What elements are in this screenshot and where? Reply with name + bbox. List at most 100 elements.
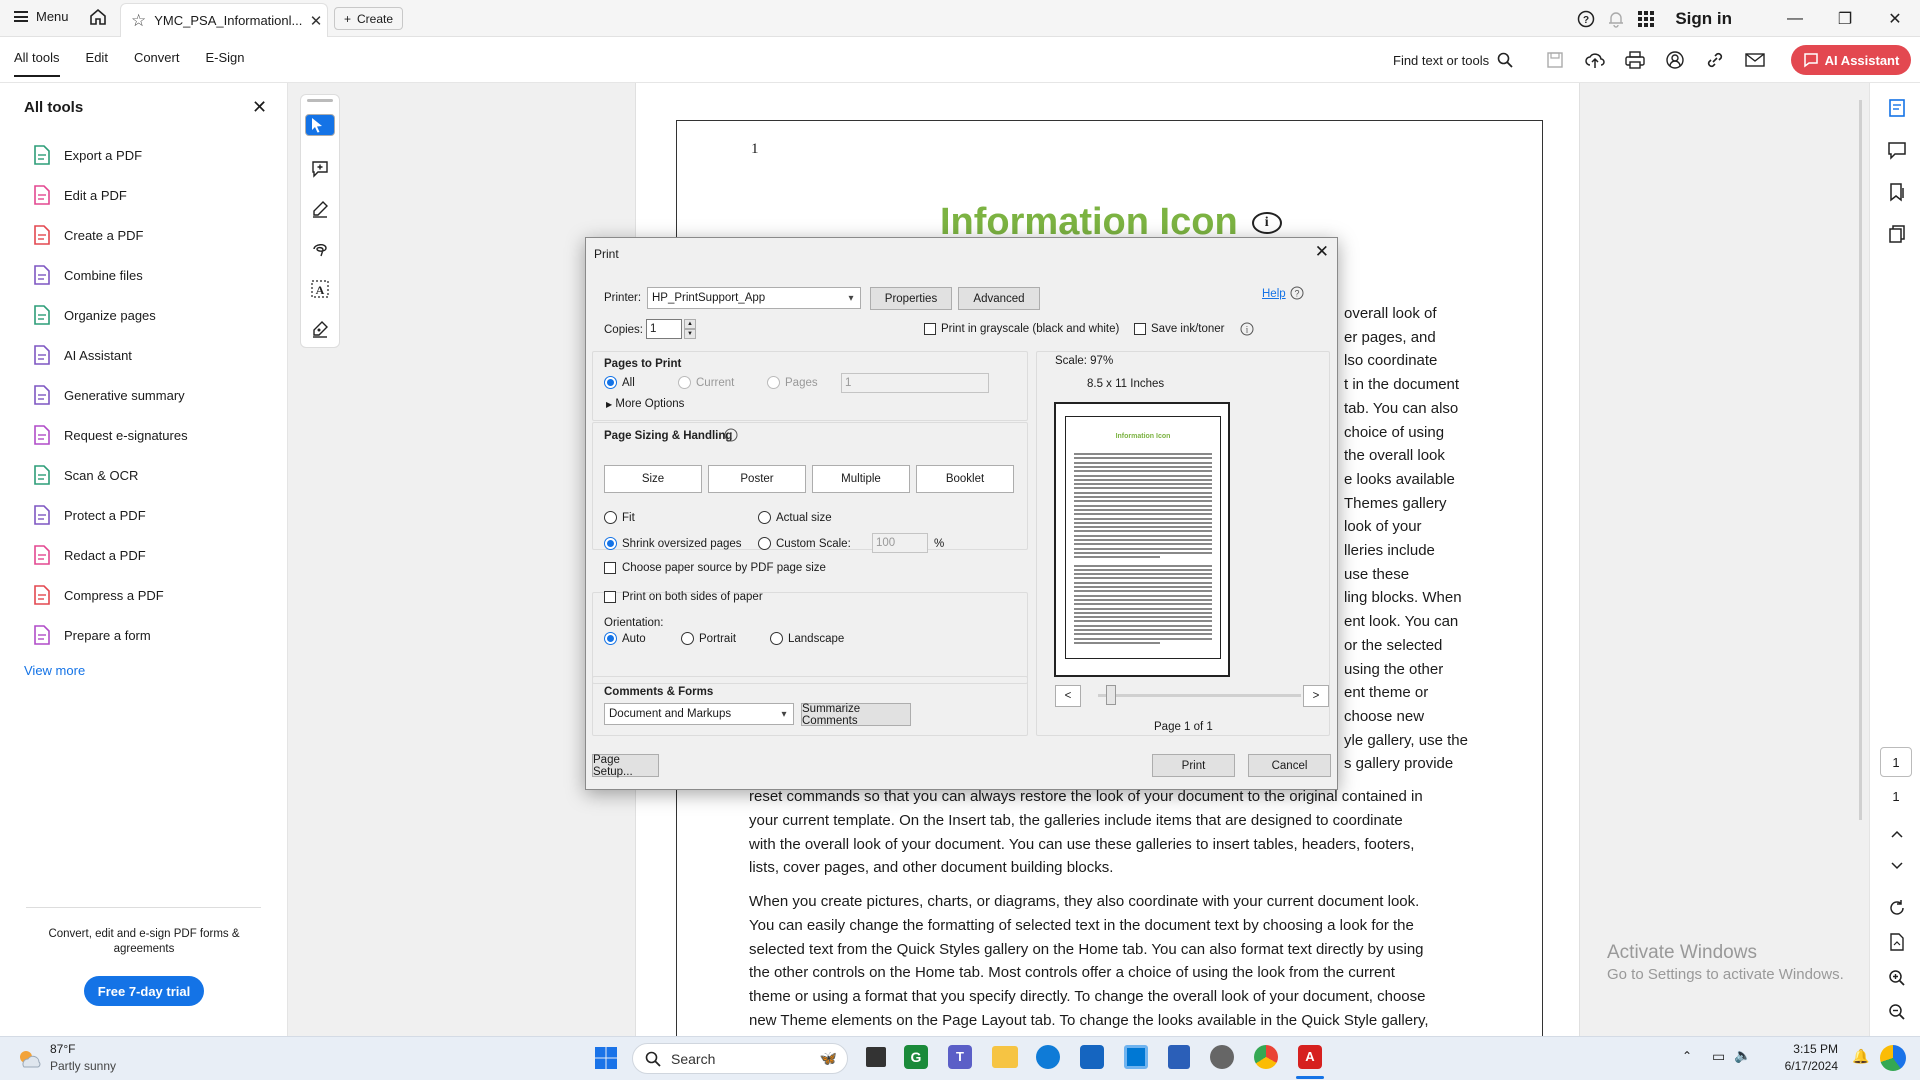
find-text-button[interactable]: Find text or tools — [1393, 52, 1513, 68]
home-button[interactable] — [88, 7, 108, 32]
tool-item-0[interactable]: Export a PDF — [32, 135, 188, 175]
select-tool-icon[interactable] — [305, 114, 335, 136]
pages-all-radio[interactable] — [604, 376, 617, 389]
comments-panel-icon[interactable] — [1886, 139, 1908, 161]
network-icon[interactable]: ▭ — [1712, 1048, 1725, 1065]
shrink-radio[interactable] — [604, 537, 617, 550]
chrome-icon[interactable] — [1254, 1045, 1278, 1069]
sizing-info-icon[interactable]: i — [724, 428, 738, 445]
chevron-up-icon[interactable] — [1886, 823, 1908, 845]
preview-slider-thumb[interactable] — [1106, 685, 1116, 705]
sign-in-button[interactable]: Sign in — [1675, 9, 1732, 29]
menu-button[interactable]: Menu — [14, 9, 69, 24]
print-icon[interactable] — [1620, 46, 1650, 74]
comments-select[interactable]: Document and Markups ▾ — [604, 703, 794, 725]
minimize-icon[interactable]: — — [1770, 0, 1820, 37]
edge-icon[interactable] — [1036, 1045, 1060, 1069]
document-panel-icon[interactable] — [1886, 97, 1908, 119]
pages-range-radio[interactable] — [767, 376, 780, 389]
taskbar-search[interactable]: Search 🦋 — [632, 1043, 848, 1074]
copies-input[interactable]: 1 — [646, 319, 682, 339]
help-circle-icon[interactable]: ? — [1290, 286, 1304, 303]
info-icon[interactable]: i — [1240, 322, 1254, 339]
upload-cloud-icon[interactable] — [1580, 46, 1610, 74]
document-tab[interactable]: ☆ YMC_PSA_Informationl... ✕ — [120, 3, 328, 37]
clock-time[interactable]: 3:15 PM — [1774, 1042, 1838, 1056]
next-page-button[interactable]: > — [1303, 685, 1329, 707]
weather-icon[interactable] — [16, 1047, 42, 1076]
ai-assistant-button[interactable]: AI Assistant — [1791, 45, 1911, 75]
email-icon[interactable] — [1740, 46, 1770, 74]
apps-grid-icon[interactable] — [1631, 4, 1661, 34]
size-tab[interactable]: Size — [604, 465, 702, 493]
page-thumbnail-icon[interactable] — [1886, 931, 1908, 953]
booklet-tab[interactable]: Booklet — [916, 465, 1014, 493]
properties-button[interactable]: Properties — [870, 287, 952, 310]
share-user-icon[interactable] — [1660, 46, 1690, 74]
store-icon[interactable] — [1080, 1045, 1104, 1069]
advanced-button[interactable]: Advanced — [958, 287, 1040, 310]
custom-scale-radio[interactable] — [758, 537, 771, 550]
tab-e-sign[interactable]: E-Sign — [205, 50, 244, 77]
zoom-in-icon[interactable] — [1886, 967, 1908, 989]
zoom-out-icon[interactable] — [1886, 1001, 1908, 1023]
volume-icon[interactable]: 🔈 — [1734, 1047, 1751, 1064]
tab-all-tools[interactable]: All tools — [14, 50, 60, 77]
both-sides-checkbox[interactable] — [604, 591, 616, 603]
orient-auto-radio[interactable] — [604, 632, 617, 645]
tool-item-8[interactable]: Scan & OCR — [32, 455, 188, 495]
tool-item-7[interactable]: Request e-signatures — [32, 415, 188, 455]
more-options-toggle[interactable]: ▶ More Options — [606, 398, 684, 410]
fill-sign-icon[interactable] — [305, 314, 335, 344]
chevron-up-icon[interactable]: ⌃ — [1682, 1049, 1692, 1063]
cancel-button[interactable]: Cancel — [1248, 754, 1331, 777]
window-close-icon[interactable]: ✕ — [1870, 0, 1920, 37]
create-button[interactable]: + Create — [334, 7, 404, 30]
copilot-icon[interactable] — [1880, 1045, 1906, 1071]
notifications-icon[interactable] — [1601, 4, 1631, 34]
printer-select[interactable]: HP_PrintSupport_App ▾ — [647, 287, 861, 309]
chevron-down-icon[interactable] — [1886, 855, 1908, 877]
help-icon[interactable]: ? — [1571, 4, 1601, 34]
text-select-icon[interactable]: A — [305, 274, 335, 304]
settings-gear-icon[interactable] — [1210, 1045, 1234, 1069]
print-button[interactable]: Print — [1152, 754, 1235, 777]
file-explorer-icon[interactable] — [992, 1046, 1018, 1068]
task-view-icon[interactable] — [866, 1047, 886, 1067]
bookmarks-icon[interactable] — [1886, 181, 1908, 203]
tool-item-12[interactable]: Prepare a form — [32, 615, 188, 655]
pages-icon[interactable] — [1886, 223, 1908, 245]
pages-range-input[interactable]: 1 — [841, 373, 989, 393]
teams-icon[interactable]: T — [948, 1045, 972, 1069]
save-ink-checkbox[interactable] — [1134, 323, 1146, 335]
orient-portrait-radio[interactable] — [681, 632, 694, 645]
bell-icon[interactable]: 🔔 — [1852, 1048, 1869, 1065]
copies-stepper[interactable]: ▲ ▼ — [684, 319, 696, 339]
prev-page-button[interactable]: < — [1055, 685, 1081, 707]
tool-item-1[interactable]: Edit a PDF — [32, 175, 188, 215]
link-icon[interactable] — [1700, 46, 1730, 74]
scrollbar[interactable] — [1859, 100, 1862, 820]
tool-item-11[interactable]: Compress a PDF — [32, 575, 188, 615]
actual-size-radio[interactable] — [758, 511, 771, 524]
add-comment-icon[interactable] — [305, 154, 335, 184]
multiple-tab[interactable]: Multiple — [812, 465, 910, 493]
orient-landscape-radio[interactable] — [770, 632, 783, 645]
page-setup-button[interactable]: Page Setup... — [592, 754, 659, 778]
current-page-field[interactable]: 1 — [1880, 747, 1912, 777]
view-more-link[interactable]: View more — [24, 663, 85, 678]
clock-date[interactable]: 6/17/2024 — [1762, 1059, 1838, 1073]
free-trial-button[interactable]: Free 7-day trial — [84, 976, 204, 1006]
grayscale-checkbox[interactable] — [924, 323, 936, 335]
pages-current-radio[interactable] — [678, 376, 691, 389]
acrobat-icon[interactable]: A — [1298, 1045, 1322, 1069]
close-panel-icon[interactable]: ✕ — [252, 97, 267, 118]
summarize-comments-button[interactable]: Summarize Comments — [801, 703, 911, 727]
dialog-close-icon[interactable]: ✕ — [1315, 242, 1329, 262]
restore-icon[interactable]: ❐ — [1820, 0, 1870, 37]
save-icon[interactable] — [1540, 46, 1570, 74]
tool-item-5[interactable]: AI Assistant — [32, 335, 188, 375]
highlight-pen-icon[interactable] — [305, 194, 335, 224]
tool-item-2[interactable]: Create a PDF — [32, 215, 188, 255]
tab-convert[interactable]: Convert — [134, 50, 180, 77]
